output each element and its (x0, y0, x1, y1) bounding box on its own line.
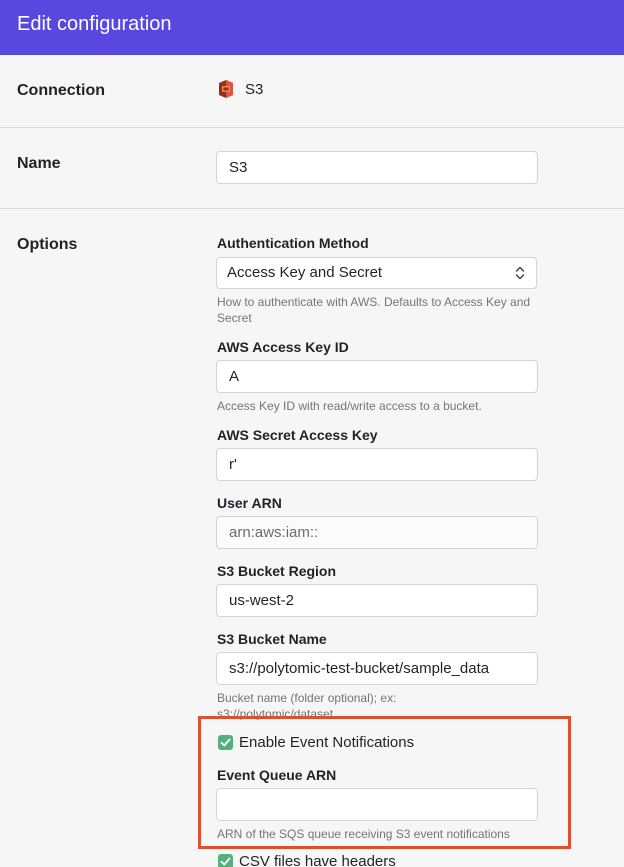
connection-label: Connection (17, 82, 105, 99)
csv-headers-label: CSV files have headers (239, 853, 396, 867)
check-icon (220, 857, 231, 866)
divider (0, 127, 624, 128)
bucket-name-help: Bucket name (folder optional); ex: s3://… (217, 691, 397, 720)
secret-access-key-input[interactable]: r' (216, 448, 538, 481)
bucket-region-label: S3 Bucket Region (217, 563, 337, 579)
name-input[interactable]: S3 (216, 151, 538, 184)
event-notifications-label: Enable Event Notifications (239, 734, 415, 751)
chevron-up-down-icon (515, 266, 525, 280)
auth-method-help: How to authenticate with AWS. Defaults t… (217, 295, 531, 325)
modal-header: Edit configuration (0, 0, 624, 55)
auth-method-select[interactable]: Access Key and Secret (216, 257, 537, 289)
bucket-region-input[interactable]: us-west-2 (216, 584, 538, 617)
user-arn-input[interactable]: arn:aws:iam:: (216, 516, 538, 549)
connection-value: S3 (245, 81, 264, 98)
divider (0, 208, 624, 209)
event-queue-arn-help: ARN of the SQS queue receiving S3 event … (217, 827, 510, 841)
user-arn-label: User ARN (217, 495, 282, 511)
modal-title: Edit configuration (17, 13, 172, 35)
access-key-id-label: AWS Access Key ID (217, 339, 349, 355)
event-queue-arn-label: Event Queue ARN (217, 767, 337, 783)
options-label: Options (17, 236, 78, 253)
auth-method-label: Authentication Method (217, 235, 369, 251)
event-notifications-checkbox[interactable] (218, 735, 233, 750)
bucket-name-label: S3 Bucket Name (217, 631, 327, 647)
csv-headers-checkbox[interactable] (218, 854, 233, 867)
name-label: Name (17, 155, 61, 172)
event-queue-arn-input[interactable] (216, 788, 538, 821)
access-key-id-help: Access Key ID with read/write access to … (217, 399, 482, 413)
secret-access-key-label: AWS Secret Access Key (217, 427, 378, 443)
auth-method-value: Access Key and Secret (227, 264, 383, 281)
s3-icon (219, 80, 233, 98)
access-key-id-input[interactable]: A (216, 360, 538, 393)
check-icon (220, 738, 231, 747)
bucket-name-input[interactable]: s3://polytomic-test-bucket/sample_data (216, 652, 538, 685)
